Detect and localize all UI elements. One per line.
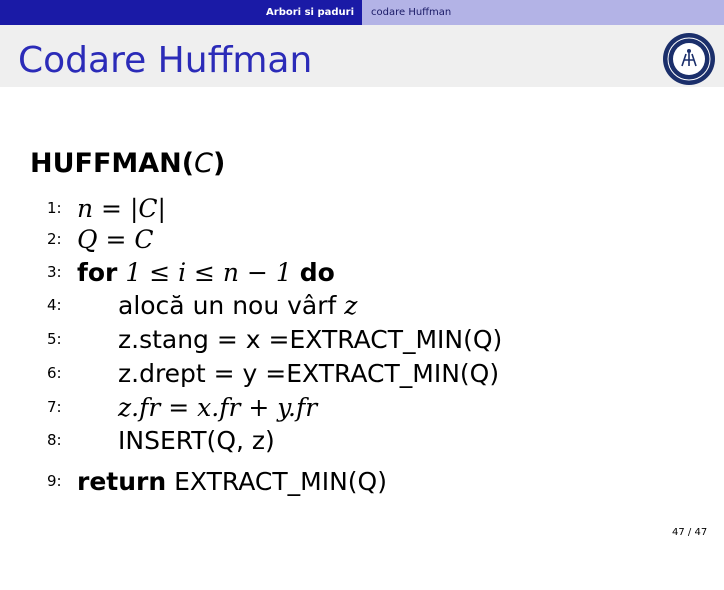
return-expression: EXTRACT_MIN(Q) xyxy=(174,466,387,496)
line-number: 6: xyxy=(47,364,62,382)
nav-section-left[interactable]: Arbori si paduri xyxy=(0,0,362,25)
variable-z: z xyxy=(344,290,358,320)
code-text: Q = C xyxy=(77,224,154,254)
code-text: for 1 ≤ i ≤ n − 1 do xyxy=(77,258,335,287)
line-number: 4: xyxy=(47,296,62,314)
loop-range: 1 ≤ i ≤ n − 1 xyxy=(125,257,292,287)
line-number: 1: xyxy=(47,199,62,217)
statement-text: alocă un nou vârf xyxy=(118,290,337,320)
line-number: 7: xyxy=(47,398,62,416)
keyword-for: for xyxy=(77,257,118,287)
line-number: 2: xyxy=(47,230,62,248)
keyword-do: do xyxy=(299,257,335,287)
line-number: 8: xyxy=(47,431,62,449)
nav-section-label[interactable]: Arbori si paduri xyxy=(266,7,362,18)
nav-bar: Arbori si paduri codare Huffman xyxy=(0,0,724,25)
code-text: z.stang = x =EXTRACT_MIN(Q) xyxy=(118,324,503,354)
nav-subsection-label[interactable]: codare Huffman xyxy=(362,7,451,18)
title-bar: Codare Huffman xyxy=(0,25,724,87)
code-text: n = |C| xyxy=(77,193,166,223)
nav-subsection-right[interactable]: codare Huffman xyxy=(362,0,724,25)
university-logo-icon xyxy=(663,33,715,85)
line-number: 5: xyxy=(47,330,62,348)
code-text: INSERT(Q, z) xyxy=(118,425,275,455)
heading-param: C xyxy=(194,148,213,179)
code-text: alocă un nou vârf z xyxy=(118,291,357,320)
page-number: 47 / 47 xyxy=(672,527,708,538)
code-text: z.drept = y =EXTRACT_MIN(Q) xyxy=(118,358,500,388)
heading-prefix: HUFFMAN( xyxy=(30,148,195,179)
line-number: 9: xyxy=(47,472,62,490)
code-text: return EXTRACT_MIN(Q) xyxy=(77,467,387,496)
heading-suffix: ) xyxy=(212,148,226,179)
code-text: z.fr = x.fr + y.fr xyxy=(118,392,318,422)
slide-title: Codare Huffman xyxy=(18,40,313,81)
keyword-return: return xyxy=(77,466,167,496)
line-number: 3: xyxy=(47,263,62,281)
algorithm-heading: HUFFMAN(C) xyxy=(30,146,225,182)
